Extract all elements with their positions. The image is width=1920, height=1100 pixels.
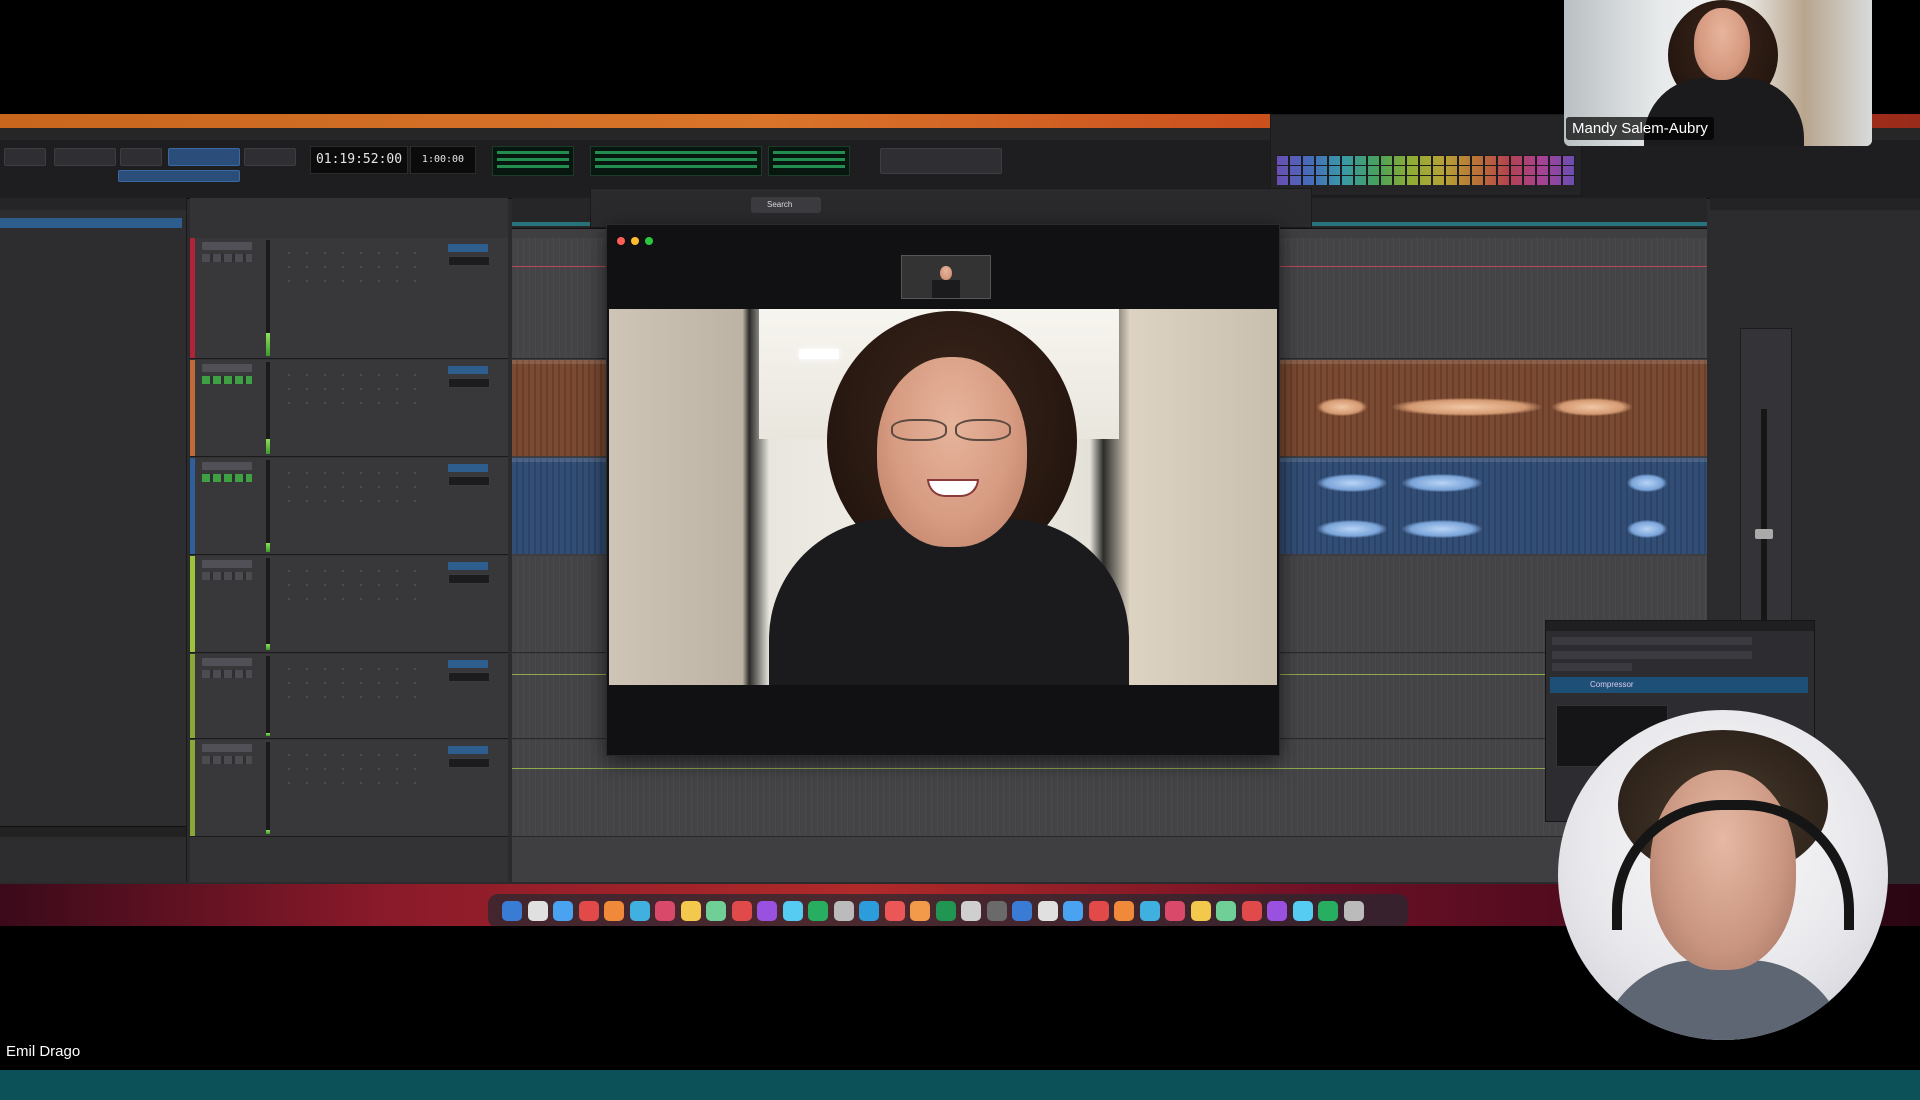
dock-app-icon[interactable] <box>1037 901 1058 921</box>
edit-tool-buttons[interactable] <box>168 148 240 166</box>
zoom-search-button[interactable]: Search <box>751 197 821 213</box>
toolbar-button[interactable] <box>120 148 162 166</box>
nudge-controls[interactable] <box>880 148 1002 174</box>
main-counter: 01:19:52:00 <box>310 146 408 174</box>
plugin-preset-row[interactable] <box>1552 637 1752 645</box>
dock-app-icon[interactable] <box>629 901 650 921</box>
participant-tile-emil[interactable] <box>1558 710 1888 1040</box>
dock-app-icon[interactable] <box>1343 901 1364 921</box>
panel-divider[interactable] <box>0 826 186 837</box>
dock-icons <box>488 894 1408 928</box>
dock-app-icon[interactable] <box>1012 901 1032 921</box>
track-header[interactable] <box>190 654 508 739</box>
track-headers <box>190 198 508 882</box>
dock-app-icon[interactable] <box>1267 901 1287 921</box>
dock-app-icon[interactable] <box>604 901 624 921</box>
participant-tile-mandy[interactable]: Mandy Salem-Aubry <box>1564 0 1872 146</box>
dock-app-icon[interactable] <box>833 901 854 921</box>
dock-app-icon[interactable] <box>986 901 1007 921</box>
plugin-title: Compressor <box>1550 677 1808 693</box>
tempo-display <box>768 146 850 176</box>
toolbar-button[interactable] <box>4 148 46 166</box>
zoom-tab[interactable] <box>881 195 921 219</box>
dock-app-icon[interactable] <box>1165 901 1185 921</box>
transport-display <box>492 146 574 176</box>
plugin-settings-row[interactable] <box>1552 651 1752 659</box>
dock-app-icon[interactable] <box>527 901 548 921</box>
dock-app-icon[interactable] <box>961 901 981 921</box>
dock-app-icon[interactable] <box>884 901 905 921</box>
dock-app-icon[interactable] <box>935 901 956 921</box>
dock-app-icon[interactable] <box>808 901 828 921</box>
plugin-mode-row[interactable] <box>1552 663 1632 671</box>
dock-app-icon[interactable] <box>655 901 675 921</box>
zoom-meeting-window <box>606 224 1280 756</box>
self-view-thumbnail[interactable] <box>901 255 991 299</box>
color-swatches[interactable] <box>1277 155 1575 185</box>
meeting-bottom-bar <box>0 1070 1920 1100</box>
dock-app-icon[interactable] <box>1190 901 1211 921</box>
dock-app-icon[interactable] <box>859 901 879 921</box>
dock-app-icon[interactable] <box>1088 901 1109 921</box>
zoom-toolbar: Search <box>590 188 1312 228</box>
zoom-tab[interactable] <box>1081 195 1121 219</box>
dock-app-icon[interactable] <box>731 901 752 921</box>
zoom-tab[interactable] <box>931 195 971 219</box>
dock-app-icon[interactable] <box>553 901 573 921</box>
track-header[interactable] <box>190 238 508 359</box>
tracks-clips-panel <box>0 198 187 882</box>
participant-name-label: Mandy Salem-Aubry <box>1566 117 1714 140</box>
maximize-window-icon[interactable] <box>645 237 653 245</box>
dock-app-icon[interactable] <box>782 901 803 921</box>
participant-video <box>609 309 1277 685</box>
dock-app-icon[interactable] <box>1318 901 1338 921</box>
dock-app-icon[interactable] <box>910 901 930 921</box>
close-window-icon[interactable] <box>617 237 625 245</box>
track-header[interactable] <box>190 360 508 457</box>
grid-nudge-buttons[interactable] <box>118 170 240 182</box>
track-header[interactable] <box>190 556 508 653</box>
toolbar-button[interactable] <box>244 148 296 166</box>
toolbar-button[interactable] <box>54 148 116 166</box>
dock-app-icon[interactable] <box>757 901 777 921</box>
dock-app-icon[interactable] <box>578 901 599 921</box>
track-header[interactable] <box>190 740 508 837</box>
minimize-window-icon[interactable] <box>631 237 639 245</box>
panel-header <box>0 198 186 210</box>
zoom-tab[interactable] <box>1031 195 1071 219</box>
track-header[interactable] <box>190 458 508 555</box>
selected-track-row[interactable] <box>0 218 182 228</box>
session-display <box>590 146 762 176</box>
sub-counter: 1:00:00 <box>410 146 476 174</box>
dock-app-icon[interactable] <box>1216 901 1236 921</box>
dock-app-icon[interactable] <box>706 901 726 921</box>
zoom-tab[interactable] <box>1131 195 1171 219</box>
dock-app-icon[interactable] <box>1241 901 1262 921</box>
plugin-header <box>1546 621 1814 631</box>
dock-app-icon[interactable] <box>1292 901 1313 921</box>
dock-app-icon[interactable] <box>1063 901 1083 921</box>
dock-app-icon[interactable] <box>680 901 701 921</box>
zoom-tab[interactable] <box>981 195 1021 219</box>
fader-knob[interactable] <box>1755 529 1773 539</box>
dock-app-icon[interactable] <box>1114 901 1134 921</box>
color-palette-window[interactable] <box>1270 114 1582 196</box>
dock-app-icon[interactable] <box>1139 901 1160 921</box>
dock-app-icon[interactable] <box>502 901 522 921</box>
participant-name-label: Emil Drago <box>0 1040 87 1063</box>
panel-header <box>1710 198 1920 210</box>
